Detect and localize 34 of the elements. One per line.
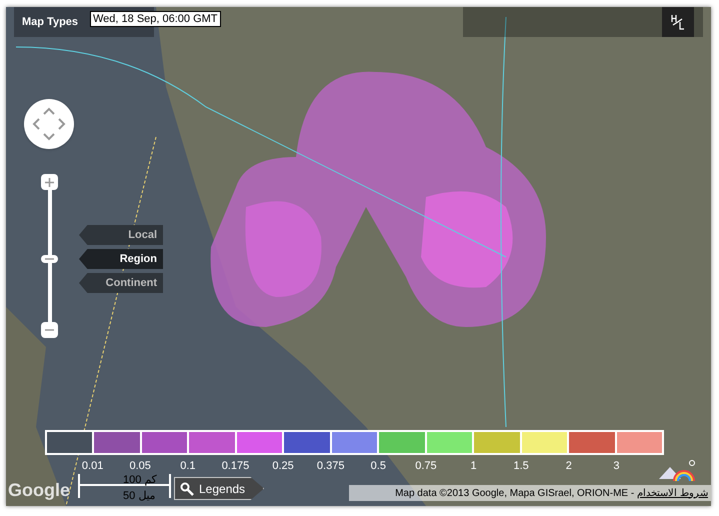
minus-icon [45, 258, 54, 260]
legend-value: 0.25 [272, 459, 294, 474]
pan-arrows-icon [32, 107, 66, 141]
legends-button[interactable]: Legends [174, 477, 264, 500]
legend-value: 0.175 [222, 459, 250, 474]
rainbow-cloud-logo [656, 459, 696, 484]
zoom-level-tab[interactable]: Continent [79, 273, 163, 293]
legend-value: 1.5 [514, 459, 529, 474]
zoom-level-tab[interactable]: Region [79, 249, 163, 269]
zoom-out-button[interactable] [41, 322, 58, 338]
legend-value: 0.1 [180, 459, 196, 474]
zoom-level-tab[interactable]: Local [79, 225, 163, 245]
zoom-slider-handle[interactable] [41, 255, 58, 263]
search-icon [180, 482, 194, 496]
legend-value: 0.375 [316, 459, 344, 474]
legend-value: 0.75 [415, 459, 437, 474]
plus-icon [45, 178, 54, 186]
google-logo: Google [8, 479, 70, 502]
legend-value: 2 [566, 459, 572, 474]
legend-value: 0.01 [82, 459, 104, 474]
legend-value: 0.5 [370, 459, 386, 474]
high-low-icon [670, 13, 686, 31]
scale-miles-label: 50 ميل [123, 489, 156, 504]
legend-value: 1 [470, 459, 477, 474]
scale-km-label: 100 كم [123, 473, 156, 488]
date-label: Wed, 18 Sep, 06:00 GMT [90, 11, 221, 27]
legend-value: 0.05 [130, 459, 151, 474]
zoom-in-button[interactable] [41, 174, 58, 190]
minus-icon [45, 329, 54, 331]
legend-value: 3 [613, 459, 620, 474]
terms-link[interactable]: شروط الاستخدام [637, 486, 708, 500]
pressure-toggle-button[interactable] [662, 7, 694, 37]
attribution-text: Map data ©2013 Google, Mapa GISrael, ORION-ME - [395, 486, 634, 500]
map-types-button[interactable]: Map Types [22, 14, 78, 30]
